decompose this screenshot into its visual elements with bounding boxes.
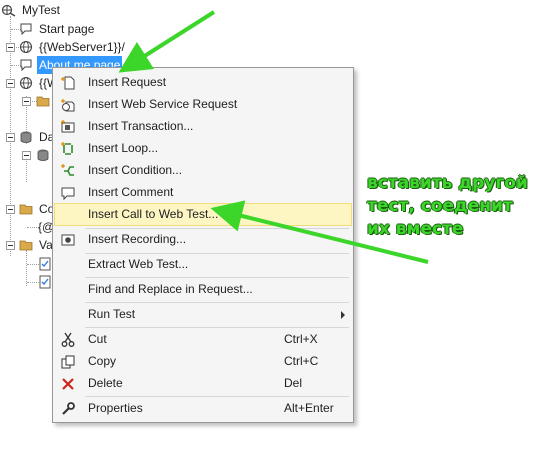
annotation-line: вставить другой [367, 173, 528, 193]
annotation-line: их вместе [367, 219, 464, 239]
annotation-line: тест, соеденит [367, 196, 513, 216]
annotation-note: вставить другой тест, соеденит их вместе [367, 172, 542, 241]
arrow-to-selected-node [118, 10, 216, 73]
